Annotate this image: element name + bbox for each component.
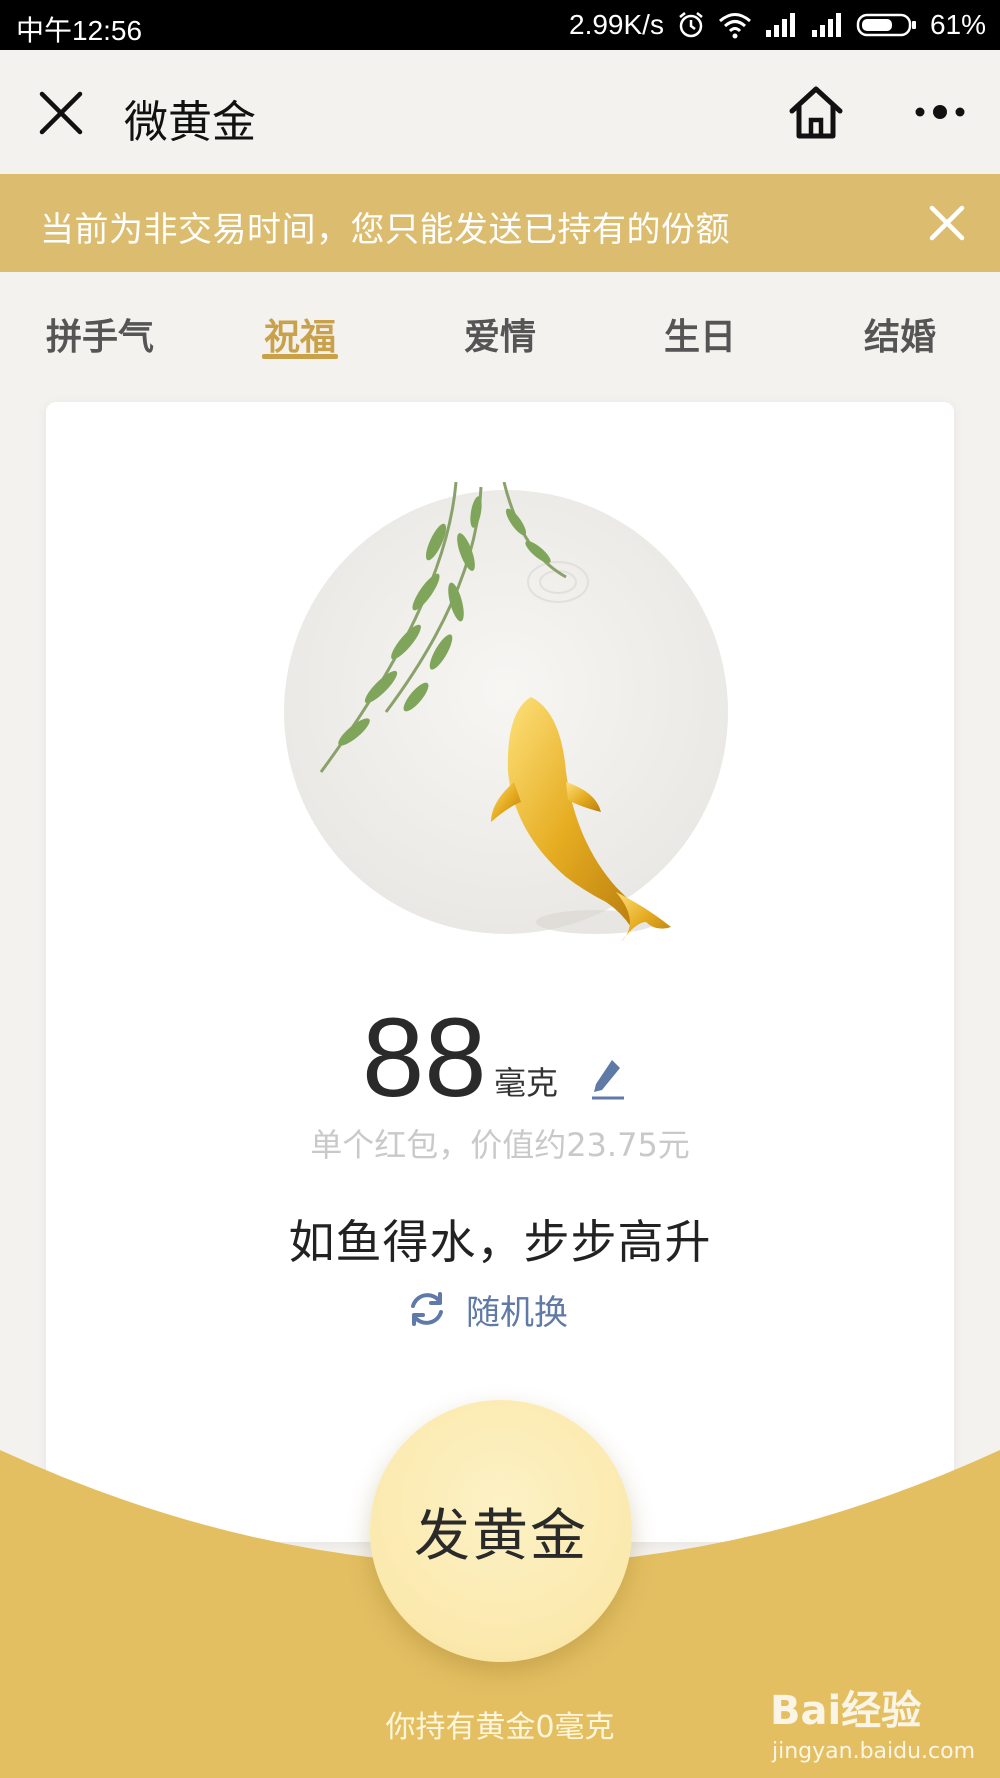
send-gold-label: 发黄金 (414, 1503, 588, 1569)
status-time: 中午12:56 (16, 15, 143, 46)
notice-banner: 当前为非交易时间，您只能发送已持有的份额 (0, 174, 1000, 272)
home-icon[interactable] (786, 84, 846, 140)
edit-pencil-icon[interactable] (586, 1054, 630, 1102)
alarm-icon (679, 12, 703, 38)
random-change-button[interactable]: 随机换 (406, 1284, 568, 1334)
more-icon[interactable] (912, 100, 968, 124)
active-tab-underline (262, 354, 338, 359)
signal-icon (765, 13, 795, 37)
wifi-icon (718, 13, 751, 39)
tab-aiqing[interactable]: 爱情 (464, 308, 536, 360)
battery-icon (856, 13, 916, 37)
refresh-icon (411, 1292, 443, 1326)
tab-pinshouqi[interactable]: 拼手气 (46, 308, 154, 360)
notice-text: 当前为非交易时间，您只能发送已持有的份额 (40, 210, 730, 250)
random-change-label: 随机换 (466, 1292, 568, 1333)
status-right: 2.99K/s 61% (569, 9, 986, 41)
send-gold-button[interactable]: 发黄金 (370, 1400, 632, 1662)
close-icon[interactable] (38, 90, 84, 136)
gift-card: 88 毫克 单个红包，价值约23.75元 如鱼得水，步步高升 随机换 (46, 402, 954, 1542)
koi-fish-illustration (284, 482, 728, 942)
battery-percent: 61% (929, 9, 986, 40)
watermark-brand: Bai经验 (770, 1688, 921, 1734)
nav-bar: 微黄金 (0, 50, 1000, 174)
amount-unit: 毫克 (494, 1064, 559, 1102)
tab-zhufu[interactable]: 祝福 (264, 308, 336, 360)
status-bar: 中午12:56 2.99K/s 61% (0, 0, 1000, 50)
baidu-jingyan-watermark: Bai经验 jingyan.baidu.com (770, 1688, 975, 1764)
page-title: 微黄金 (124, 97, 256, 148)
close-banner-icon[interactable] (928, 204, 966, 242)
blessing-message: 如鱼得水，步步高升 (288, 1215, 712, 1269)
watermark-url: jingyan.baidu.com (771, 1739, 975, 1764)
tab-shengri[interactable]: 生日 (664, 308, 736, 360)
value-estimate: 单个红包，价值约23.75元 (310, 1126, 690, 1164)
signal-icon-2 (811, 13, 841, 37)
category-tabs: 拼手气 祝福 爱情 生日 结婚 (0, 272, 1000, 372)
gold-amount: 88 (362, 995, 487, 1120)
network-speed: 2.99K/s (569, 9, 664, 40)
tab-jiehun[interactable]: 结婚 (864, 308, 936, 360)
